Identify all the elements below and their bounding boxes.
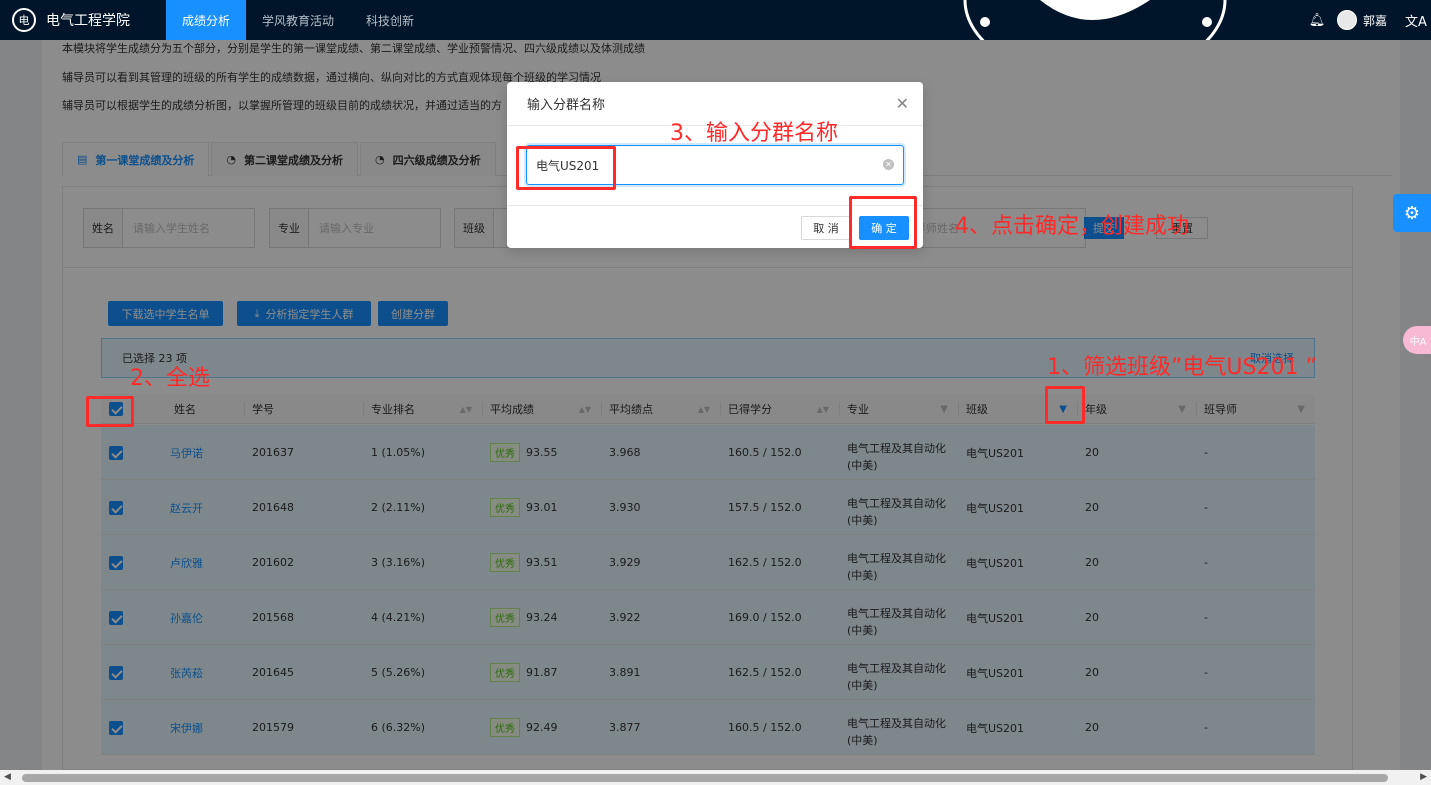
annotation-box-confirm <box>849 196 917 249</box>
scroll-thumb[interactable] <box>22 774 1388 782</box>
top-nav: 电 电气工程学院 成绩分析 学风教育活动 科技创新 🔔︎ 郭嘉 文A <box>0 0 1431 40</box>
annotation-box-class-filter <box>1045 386 1085 424</box>
nav-item-tech-innovation[interactable]: 科技创新 <box>350 0 430 40</box>
settings-gear-icon[interactable]: ⚙ <box>1393 194 1431 232</box>
scroll-left-arrow-icon[interactable]: ◀ <box>4 772 11 782</box>
translate-icon[interactable]: 文A <box>1401 11 1431 30</box>
close-icon[interactable]: ✕ <box>896 94 909 113</box>
user-menu[interactable]: 郭嘉 <box>1336 10 1387 30</box>
annotation-step-3: 3、输入分群名称 <box>670 121 838 146</box>
cancel-button[interactable]: 取 消 <box>801 216 851 240</box>
annotation-box-input <box>516 146 616 190</box>
school-emblem-icon: 电 <box>12 8 36 32</box>
avatar <box>1336 10 1357 30</box>
annotation-step-4: 4、点击确定，创建成功 <box>955 214 1189 239</box>
annotation-step-1: 1、筛选班级”电气US201 ” <box>1047 355 1317 380</box>
annotation-step-2: 2、全选 <box>130 366 210 391</box>
nav-item-study-activities[interactable]: 学风教育活动 <box>246 0 350 40</box>
nav-item-score-analysis[interactable]: 成绩分析 <box>166 0 247 40</box>
clear-input-icon[interactable]: ✕ <box>883 159 894 170</box>
banner-decoration <box>960 0 1230 40</box>
scroll-right-arrow-icon[interactable]: ▶ <box>1420 772 1427 782</box>
app-logo[interactable]: 电 电气工程学院 <box>0 8 166 32</box>
translate-float-button[interactable]: 中A <box>1403 326 1431 354</box>
bell-icon[interactable]: 🔔︎ <box>1297 13 1337 28</box>
app-title: 电气工程学院 <box>46 13 130 29</box>
annotation-box-select-all <box>86 396 134 427</box>
user-name: 郭嘉 <box>1362 13 1387 28</box>
horizontal-scrollbar[interactable]: ◀ ▶ <box>0 770 1431 785</box>
